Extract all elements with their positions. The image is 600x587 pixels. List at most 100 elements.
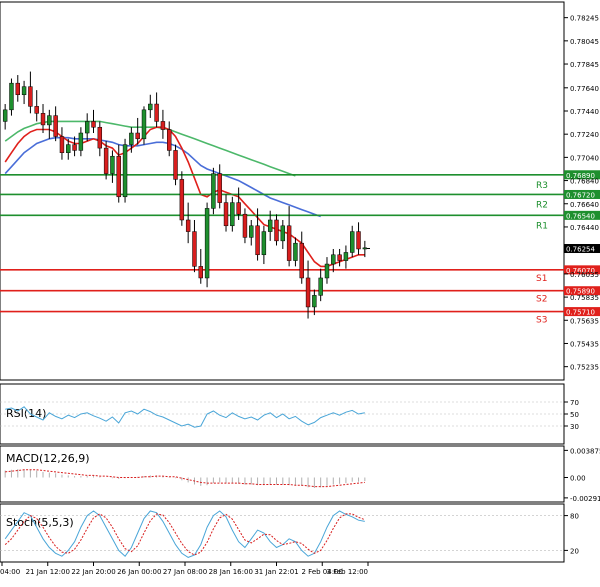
candle-body <box>305 277 311 308</box>
candle-body <box>217 173 222 203</box>
level-price-label: 0.75710 <box>566 309 595 317</box>
price-tick-label: 0.75235 <box>570 364 599 372</box>
candle-body <box>299 242 304 279</box>
candle-body <box>198 266 203 279</box>
candle-body <box>223 202 229 227</box>
candle <box>9 78 14 116</box>
price-tick-label: 0.77040 <box>570 154 599 162</box>
candle-body <box>40 113 46 126</box>
price-tick-label: 0.77440 <box>570 108 599 116</box>
candle-body <box>362 247 368 250</box>
candle-body <box>211 173 216 209</box>
time-tick-label: 26 Jan 00:00 <box>117 568 161 576</box>
candle-body <box>286 225 292 261</box>
price-tick-label: 0.75835 <box>570 294 599 302</box>
candle <box>141 106 147 145</box>
candle-body <box>280 225 286 242</box>
rsi-tick-label: 50 <box>570 411 579 419</box>
candle-body <box>274 219 279 242</box>
level-name: S1 <box>536 274 547 284</box>
candle-body <box>204 208 210 279</box>
macd-tick-label: -0.002911 <box>570 495 600 503</box>
candle-body <box>293 242 298 261</box>
price-tick-label: 0.77845 <box>570 61 599 69</box>
price-tick-label: 0.76840 <box>570 178 599 186</box>
candle-body <box>103 147 109 174</box>
price-tick-label: 0.76440 <box>570 224 599 232</box>
price-tick-label: 0.76035 <box>570 271 599 279</box>
level-name: S3 <box>536 316 547 326</box>
stoch-panel: Stoch(5,5,3) 8020 <box>0 503 579 563</box>
candle-body <box>255 225 260 256</box>
candle-body <box>91 121 96 128</box>
candle-body <box>337 254 342 261</box>
candle-body <box>167 129 172 151</box>
stoch-tick-label: 80 <box>570 513 579 521</box>
macd-tick-label: 0.003875 <box>570 447 600 455</box>
candle-body <box>192 231 197 267</box>
candle-body <box>72 144 77 151</box>
level-price-label: 0.76540 <box>566 212 595 220</box>
candle-body <box>129 132 134 145</box>
price-tick-label: 0.76640 <box>570 201 599 209</box>
candle-body <box>66 144 71 153</box>
candle-body <box>236 202 241 215</box>
level-name: S2 <box>536 295 547 305</box>
candle-body <box>312 295 317 308</box>
chart-window: R3 0.76890 R2 0.76720 R1 0.76540 S1 0.76070 S2 0.… <box>0 0 600 582</box>
candle-body <box>141 109 147 140</box>
candle <box>211 167 216 215</box>
price-panel: R30.76890R20.76720R10.76540S10.76070S20.… <box>0 1 600 381</box>
candle-body <box>28 86 33 107</box>
candle-body <box>343 252 349 261</box>
candle-body <box>122 144 128 198</box>
candle-body <box>21 86 27 96</box>
time-tick-label: 3 Feb 12:00 <box>327 568 368 576</box>
candle-body <box>324 263 330 279</box>
time-axis: 04:00 21 Jan 12:00 22 Jan 20:00 26 Jan 00:0… <box>0 562 369 576</box>
candle-body <box>173 150 178 180</box>
candle-body <box>110 155 115 174</box>
candle-body <box>185 219 191 232</box>
candle-body <box>15 82 20 96</box>
candle-body <box>148 103 153 111</box>
current-price-label: 0.76254 <box>566 246 595 254</box>
candle <box>179 171 185 226</box>
price-tick-label: 0.78045 <box>570 38 599 46</box>
time-tick-label: 28 Jan 16:00 <box>209 568 253 576</box>
level-name: R1 <box>536 221 548 231</box>
candle <box>122 138 128 203</box>
price-tick-label: 0.77240 <box>570 131 599 139</box>
time-tick-label: 22 Jan 20:00 <box>71 568 115 576</box>
time-tick-label: 31 Jan 22:01 <box>254 568 298 576</box>
candle-body <box>2 109 8 122</box>
candle <box>173 144 178 186</box>
price-tick-label: 0.75635 <box>570 317 599 325</box>
candle-body <box>78 132 84 151</box>
candle-body <box>242 213 248 238</box>
candle-body <box>318 277 323 296</box>
candle <box>204 202 210 288</box>
candle-body <box>59 136 65 153</box>
candle-body <box>9 82 14 111</box>
macd-panel: MACD(12,26,9) 0.003875 0.00 -0.002911 <box>0 445 600 503</box>
time-tick-label: 27 Jan 08:00 <box>163 568 207 576</box>
stoch-tick-label: 20 <box>570 547 579 555</box>
candle-body <box>356 231 361 250</box>
candle-body <box>154 103 159 122</box>
candle-body <box>97 126 103 149</box>
candle-body <box>267 219 273 232</box>
candle-body <box>331 254 336 265</box>
level-price-label: 0.76720 <box>566 191 595 199</box>
time-tick-label: 21 Jan 12:00 <box>26 568 70 576</box>
candle-body <box>53 115 58 137</box>
candle-body <box>135 132 140 140</box>
candle-body <box>230 202 235 227</box>
candle-body <box>116 155 121 198</box>
rsi-tick-label: 30 <box>570 423 579 431</box>
level-name: R3 <box>536 181 548 191</box>
candle-body <box>261 231 267 256</box>
chart-canvas: R30.76890R20.76720R10.76540S10.76070S20.… <box>0 1 600 576</box>
candle-body <box>350 231 355 253</box>
level-name: R2 <box>536 200 548 210</box>
